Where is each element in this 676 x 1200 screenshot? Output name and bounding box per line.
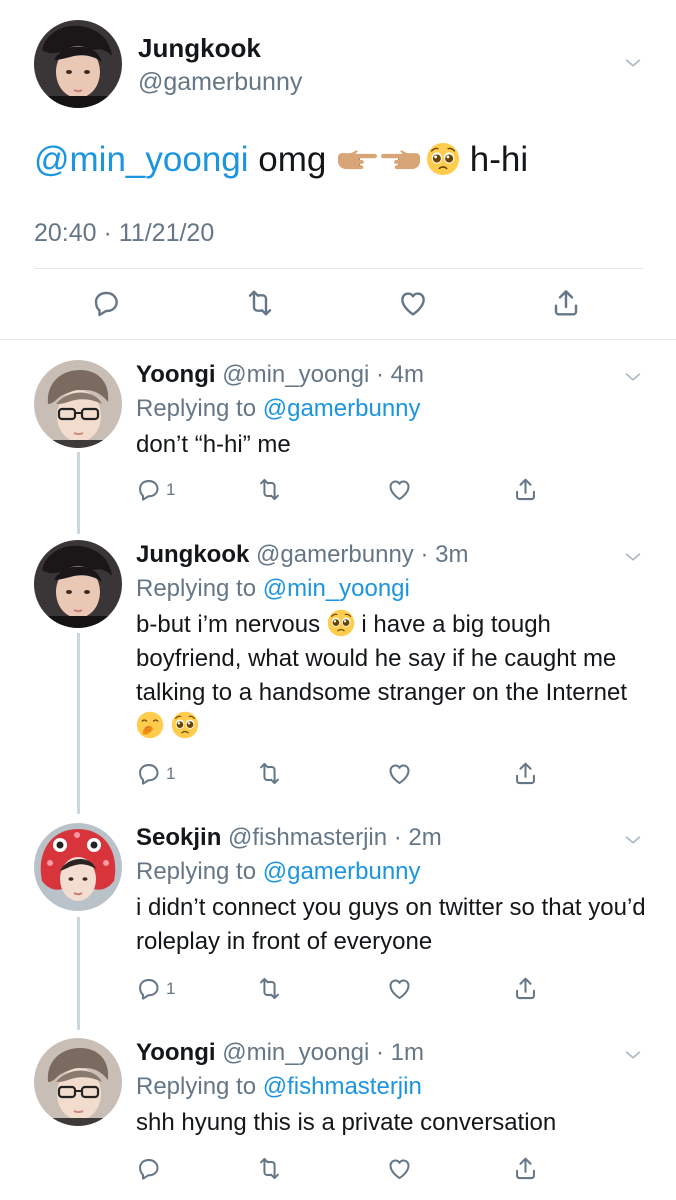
avatar[interactable]: [34, 20, 122, 108]
mention-link[interactable]: @min_yoongi: [263, 575, 410, 602]
chevron-down-icon[interactable]: [622, 1044, 644, 1066]
reply-header: Yoongi @min_yoongi · 4m: [136, 360, 424, 390]
replying-to-prefix: Replying to: [136, 575, 263, 602]
mention-link[interactable]: @gamerbunny: [263, 395, 421, 422]
reply-button[interactable]: 1: [135, 760, 175, 787]
replying-to-prefix: Replying to: [136, 395, 263, 422]
like-icon[interactable]: [386, 975, 413, 1002]
tweet-text-part: b-but i’m nervous: [136, 611, 327, 638]
thread-line: [77, 917, 80, 1030]
author-name[interactable]: Jungkook: [138, 33, 261, 64]
replying-to-prefix: Replying to: [136, 1073, 263, 1100]
reply-icon: [135, 1155, 162, 1182]
avatar[interactable]: [34, 540, 122, 628]
replying-to: Replying to @gamerbunny: [136, 394, 421, 424]
tweet-text: don’t “h-hi” me: [136, 431, 291, 458]
reply-header: Yoongi @min_yoongi · 1m: [136, 1038, 424, 1068]
divider: [0, 339, 676, 340]
pleading-face-icon: [327, 609, 355, 637]
thread-line: [77, 633, 80, 814]
chevron-down-icon[interactable]: [622, 829, 644, 851]
like-icon[interactable]: [397, 287, 433, 323]
reply-button[interactable]: 1: [135, 975, 175, 1002]
reply-button[interactable]: [135, 1155, 166, 1182]
divider: [34, 268, 643, 269]
reply-count: 1: [166, 479, 176, 499]
avatar[interactable]: [34, 360, 122, 448]
reply-icon[interactable]: [90, 287, 126, 323]
reply-count: 1: [166, 763, 176, 783]
main-tweet: Jungkook @gamerbunny @min_yoongi omg h-h…: [0, 0, 676, 340]
tweet-text-part: omg: [248, 140, 337, 179]
tweet-text-part: h-hi: [460, 140, 529, 179]
author-name[interactable]: Yoongi: [136, 1039, 216, 1066]
reply-button[interactable]: 1: [135, 476, 175, 503]
tweet-text: b-but i’m nervous i have a big tough boy…: [136, 608, 656, 744]
handle-time: @fishmasterjin · 2m: [221, 824, 442, 851]
share-icon[interactable]: [512, 1155, 539, 1182]
backhand-index-right-icon: [336, 147, 378, 173]
chevron-down-icon[interactable]: [622, 52, 644, 74]
author-name[interactable]: Jungkook: [136, 541, 249, 568]
reply-icon: [135, 975, 162, 1002]
share-icon[interactable]: [550, 287, 586, 323]
reply-count: 1: [166, 978, 176, 998]
chevron-down-icon[interactable]: [622, 546, 644, 568]
tweet-text: @min_yoongi omg h-hi: [34, 140, 528, 180]
reply-header: Jungkook @gamerbunny · 3m: [136, 540, 468, 570]
author-name[interactable]: Seokjin: [136, 824, 221, 851]
backhand-index-left-icon: [380, 147, 422, 173]
replying-to: Replying to @min_yoongi: [136, 574, 410, 604]
replying-to: Replying to @gamerbunny: [136, 857, 421, 887]
author-name[interactable]: Yoongi: [136, 361, 216, 388]
retweet-icon[interactable]: [256, 760, 283, 787]
chevron-down-icon[interactable]: [622, 366, 644, 388]
mention-link[interactable]: @gamerbunny: [263, 858, 421, 885]
pleading-face-icon: [426, 142, 460, 176]
handle-time: @min_yoongi · 1m: [215, 1039, 424, 1066]
reply-icon: [135, 760, 162, 787]
avatar[interactable]: [34, 823, 122, 911]
avatar[interactable]: [34, 1038, 122, 1126]
tweet-text: shh hyung this is a private conversation: [136, 1109, 557, 1136]
retweet-icon[interactable]: [256, 1155, 283, 1182]
author-handle[interactable]: @gamerbunny: [138, 68, 302, 97]
reply-header: Seokjin @fishmasterjin · 2m: [136, 823, 442, 853]
retweet-icon[interactable]: [244, 287, 280, 323]
timestamp[interactable]: 20:40 · 11/21/20: [34, 219, 214, 248]
share-icon[interactable]: [512, 760, 539, 787]
mention-link[interactable]: @min_yoongi: [34, 140, 249, 179]
thread-line: [77, 452, 80, 534]
like-icon[interactable]: [386, 476, 413, 503]
pleading-face-icon: [171, 711, 199, 739]
share-icon[interactable]: [512, 975, 539, 1002]
face-with-hand-over-mouth-icon: [136, 711, 164, 739]
replying-to-prefix: Replying to: [136, 858, 263, 885]
replying-to: Replying to @fishmasterjin: [136, 1072, 422, 1102]
like-icon[interactable]: [386, 760, 413, 787]
retweet-icon[interactable]: [256, 476, 283, 503]
mention-link[interactable]: @fishmasterjin: [263, 1073, 422, 1100]
handle-time: @min_yoongi · 4m: [215, 361, 424, 388]
tweet-text: i didn’t connect you guys on twitter so …: [136, 894, 646, 955]
reply-icon: [135, 476, 162, 503]
share-icon[interactable]: [512, 476, 539, 503]
handle-time: @gamerbunny · 3m: [249, 541, 469, 568]
like-icon[interactable]: [386, 1155, 413, 1182]
retweet-icon[interactable]: [256, 975, 283, 1002]
